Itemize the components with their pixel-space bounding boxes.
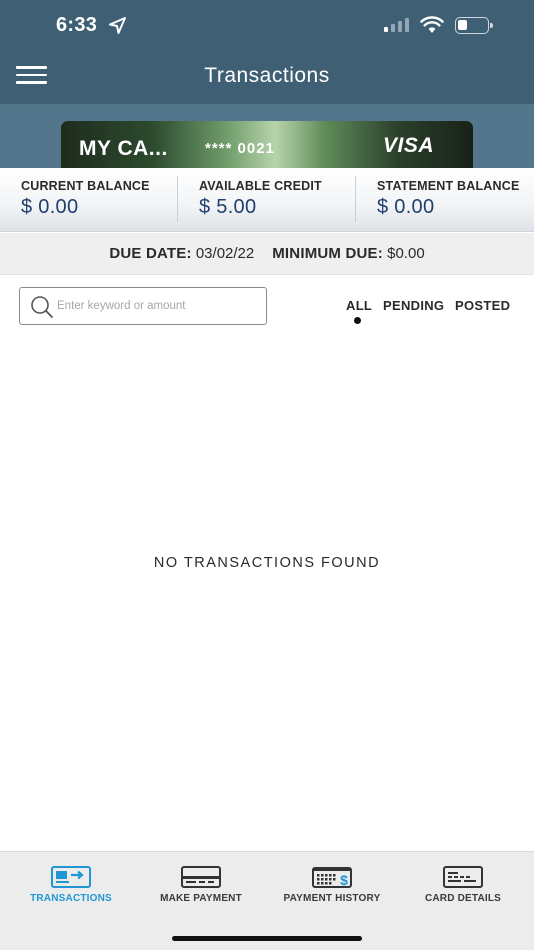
tab-label: CARD DETAILS [424, 893, 502, 904]
visa-logo: VISA [383, 134, 435, 157]
page-title: Transactions [204, 64, 330, 87]
filter-pending[interactable]: PENDING [383, 298, 444, 313]
tab-label: TRANSACTIONS [30, 893, 112, 904]
credit-card-image[interactable]: MY CA... **** 0021 VISA [61, 121, 473, 168]
search-box[interactable] [19, 287, 267, 325]
wifi-icon [420, 16, 444, 33]
transactions-icon [51, 866, 91, 888]
svg-text:$: $ [340, 872, 348, 888]
tab-make-payment[interactable]: MAKE PAYMENT [136, 866, 266, 904]
balance-label: AVAILABLE CREDIT [199, 179, 322, 193]
make-payment-icon [181, 866, 221, 888]
home-indicator [172, 936, 362, 941]
status-time: 6:33 [56, 14, 98, 36]
available-credit: AVAILABLE CREDIT $ 5.00 [178, 168, 356, 231]
tab-transactions[interactable]: TRANSACTIONS [6, 866, 136, 904]
minimum-due-label: MINIMUM DUE: [272, 245, 383, 262]
battery-icon [455, 17, 493, 34]
due-date-label: DUE DATE: [109, 245, 192, 262]
filter-all[interactable]: ALL [346, 298, 372, 313]
cellular-signal-icon [384, 18, 409, 32]
balance-label: STATEMENT BALANCE [377, 179, 520, 193]
tab-card-details[interactable]: CARD DETAILS [398, 866, 528, 904]
status-bar: 6:33 [0, 0, 534, 52]
card-masked-number: **** 0021 [205, 140, 275, 157]
active-filter-indicator [354, 317, 361, 324]
statement-balance: STATEMENT BALANCE $ 0.00 [356, 168, 534, 231]
tab-label: PAYMENT HISTORY [283, 893, 381, 904]
location-arrow-icon [109, 17, 126, 34]
balance-label: CURRENT BALANCE [21, 179, 150, 193]
app-header: 6:33 Transactions MY CA... **** 0021 VIS… [0, 0, 534, 168]
minimum-due-value: $0.00 [387, 245, 425, 262]
balance-value: $ 5.00 [199, 196, 257, 218]
current-balance: CURRENT BALANCE $ 0.00 [0, 168, 178, 231]
minimum-due: MINIMUM DUE: $0.00 [272, 245, 424, 262]
search-icon [31, 296, 53, 318]
balance-value: $ 0.00 [21, 196, 79, 218]
card-carousel[interactable]: MY CA... **** 0021 VISA [0, 105, 534, 168]
payment-history-icon: $ [312, 867, 352, 888]
filter-posted[interactable]: POSTED [455, 298, 510, 313]
tab-label: MAKE PAYMENT [160, 893, 242, 904]
balance-summary: CURRENT BALANCE $ 0.00 AVAILABLE CREDIT … [0, 168, 534, 232]
tab-payment-history[interactable]: $ PAYMENT HISTORY [267, 866, 397, 904]
empty-state-message: NO TRANSACTIONS FOUND [153, 555, 381, 571]
due-date-value: 03/02/22 [195, 245, 255, 262]
card-name: MY CA... [79, 137, 168, 160]
card-details-icon [443, 866, 483, 888]
balance-value: $ 0.00 [377, 196, 435, 218]
due-info: DUE DATE: 03/02/22 MINIMUM DUE: $0.00 [0, 233, 534, 275]
due-date: DUE DATE: 03/02/22 [109, 245, 254, 262]
search-input[interactable] [57, 296, 257, 316]
